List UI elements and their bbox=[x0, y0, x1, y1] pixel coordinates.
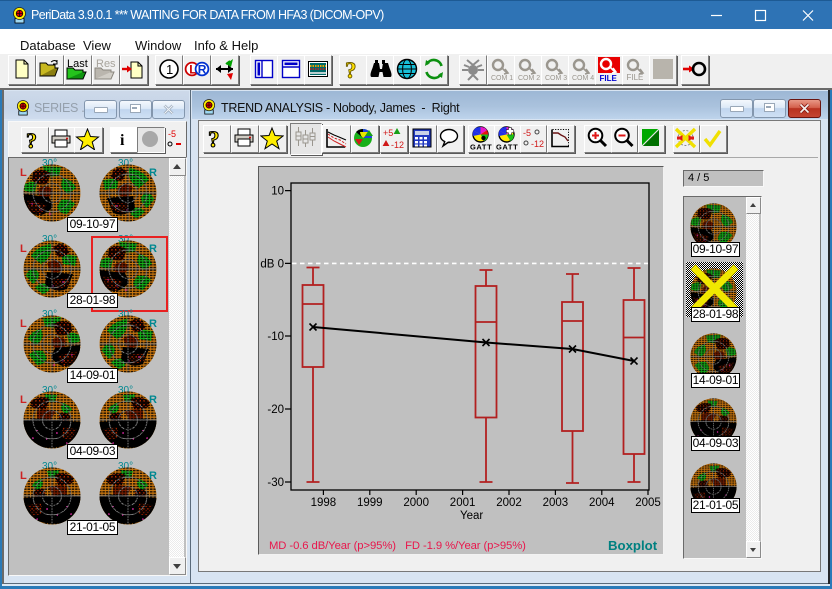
svg-text:COM 2: COM 2 bbox=[518, 75, 540, 82]
svg-text:?: ? bbox=[26, 128, 37, 150]
svg-text:10: 10 bbox=[271, 186, 284, 198]
svg-text:1999: 1999 bbox=[357, 497, 383, 509]
svg-text:-12: -12 bbox=[531, 139, 544, 149]
svg-text:FILE: FILE bbox=[600, 74, 618, 82]
svg-text:GATT: GATT bbox=[496, 143, 518, 151]
svg-text:COM 3: COM 3 bbox=[545, 75, 567, 82]
svg-text:MD -0.6 dB/Year (p>95%) FD -: MD -0.6 dB/Year (p>95%) FD -1.9 %/Year (… bbox=[269, 540, 526, 552]
svg-text:2001: 2001 bbox=[450, 497, 476, 509]
svg-text:1: 1 bbox=[166, 62, 173, 77]
svg-text:-12: -12 bbox=[391, 140, 404, 150]
svg-text:2002: 2002 bbox=[496, 497, 522, 509]
svg-text:GATT: GATT bbox=[470, 143, 492, 151]
svg-text:-30: -30 bbox=[267, 477, 284, 489]
svg-text:+5: +5 bbox=[383, 128, 393, 138]
svg-text:?: ? bbox=[208, 127, 220, 150]
svg-text:2005: 2005 bbox=[635, 497, 661, 509]
svg-text:COM 1: COM 1 bbox=[491, 75, 513, 82]
svg-text:FILE: FILE bbox=[627, 73, 644, 82]
svg-text:Year: Year bbox=[460, 510, 483, 522]
svg-text:-20: -20 bbox=[267, 404, 284, 416]
svg-text:dB 0: dB 0 bbox=[260, 258, 284, 270]
svg-text:2004: 2004 bbox=[589, 497, 615, 509]
svg-text:COM 4: COM 4 bbox=[572, 75, 594, 82]
svg-text:-5: -5 bbox=[168, 129, 176, 139]
svg-text:-5: -5 bbox=[523, 128, 531, 138]
svg-text:-10: -10 bbox=[267, 331, 284, 343]
svg-text:?: ? bbox=[345, 58, 357, 82]
svg-text:R: R bbox=[198, 63, 207, 77]
svg-text:1998: 1998 bbox=[311, 497, 337, 509]
svg-text:2000: 2000 bbox=[403, 497, 429, 509]
svg-text:Boxplot: Boxplot bbox=[608, 538, 658, 553]
svg-text:2003: 2003 bbox=[543, 497, 569, 509]
svg-text:i: i bbox=[120, 132, 125, 149]
